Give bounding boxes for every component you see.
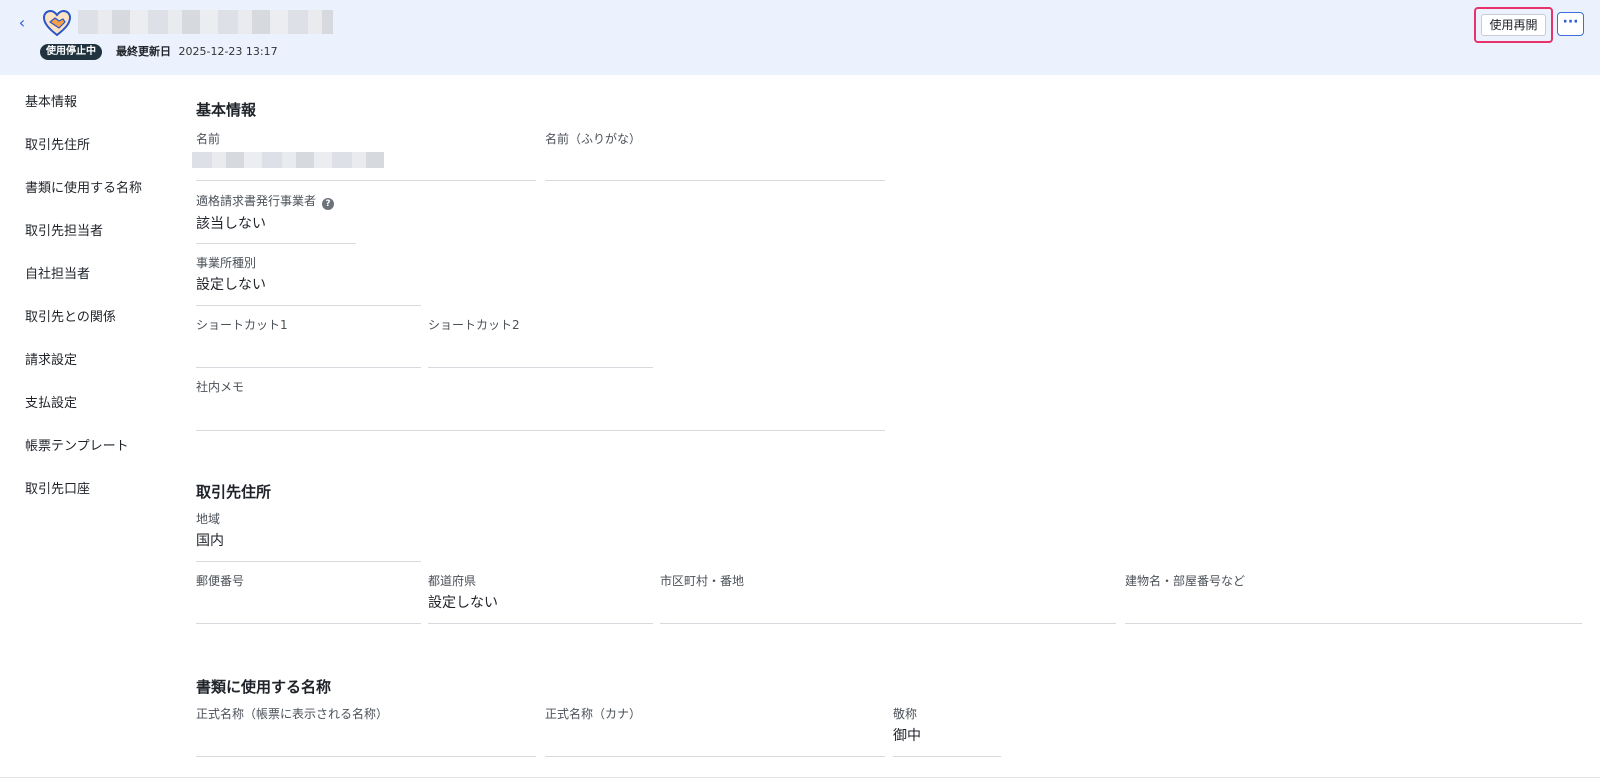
official-name-label: 正式名称（帳票に表示される名称） bbox=[196, 707, 389, 721]
nav-item-partner-contacts[interactable]: 取引先担当者 bbox=[25, 220, 103, 239]
city-label: 市区町村・番地 bbox=[660, 574, 745, 588]
nav-item-document-names[interactable]: 書類に使用する名称 bbox=[25, 177, 142, 196]
name-kana-field[interactable]: 名前（ふりがな） bbox=[545, 131, 885, 181]
nav-item-basic-info[interactable]: 基本情報 bbox=[25, 91, 77, 110]
building-field[interactable]: 建物名・部屋番号など bbox=[1125, 573, 1582, 624]
help-icon[interactable]: ? bbox=[322, 198, 335, 210]
office-type-field[interactable]: 事業所種別 設定しない bbox=[196, 255, 421, 306]
office-type-value: 設定しない bbox=[196, 277, 266, 293]
postal-code-field[interactable]: 郵便番号 bbox=[196, 573, 421, 624]
honorific-label: 敬称 bbox=[893, 707, 918, 721]
resume-button-highlight: 使用再開 bbox=[1474, 7, 1553, 43]
honorific-value: 御中 bbox=[893, 728, 921, 744]
nav-item-company-contacts[interactable]: 自社担当者 bbox=[25, 263, 90, 282]
page-header: ‹ 使用停止中 最終更新日 2025-12-23 13:17 使用再開 ··· bbox=[0, 0, 1600, 75]
building-label: 建物名・部屋番号など bbox=[1125, 574, 1246, 588]
qualified-invoice-value: 該当しない bbox=[196, 216, 266, 232]
last-updated: 最終更新日 2025-12-23 13:17 bbox=[116, 44, 278, 60]
nav-item-bank-accounts[interactable]: 取引先口座 bbox=[25, 478, 90, 497]
prefecture-value: 設定しない bbox=[428, 595, 498, 611]
shortcut2-field[interactable]: ショートカット2 bbox=[428, 317, 653, 368]
nav-item-billing-settings[interactable]: 請求設定 bbox=[25, 349, 77, 368]
prefecture-label: 都道府県 bbox=[428, 574, 477, 588]
section-title-document-names: 書類に使用する名称 bbox=[196, 678, 332, 696]
more-icon: ··· bbox=[1562, 14, 1579, 30]
shortcut1-field[interactable]: ショートカット1 bbox=[196, 317, 421, 368]
name-kana-label: 名前（ふりがな） bbox=[545, 132, 642, 146]
office-type-label: 事業所種別 bbox=[196, 256, 257, 270]
city-field[interactable]: 市区町村・番地 bbox=[660, 573, 1116, 624]
name-label: 名前 bbox=[196, 132, 221, 146]
handshake-heart-icon bbox=[42, 9, 72, 37]
qualified-invoice-label: 適格請求書発行事業者 bbox=[196, 194, 317, 208]
section-title-basic-info: 基本情報 bbox=[196, 101, 257, 119]
region-value: 国内 bbox=[196, 533, 224, 549]
chevron-left-icon: ‹ bbox=[18, 13, 26, 32]
postal-code-label: 郵便番号 bbox=[196, 574, 245, 588]
official-name-field[interactable]: 正式名称（帳票に表示される名称） bbox=[196, 706, 536, 757]
last-updated-label: 最終更新日 bbox=[116, 45, 171, 58]
official-name-kana-field[interactable]: 正式名称（カナ） bbox=[545, 706, 885, 757]
nav-item-relationship[interactable]: 取引先との関係 bbox=[25, 306, 116, 325]
shortcut2-label: ショートカット2 bbox=[428, 318, 520, 332]
partner-name-redacted bbox=[78, 10, 333, 34]
nav-item-address[interactable]: 取引先住所 bbox=[25, 134, 90, 153]
nav-item-payment-settings[interactable]: 支払設定 bbox=[25, 392, 77, 411]
memo-field[interactable]: 社内メモ bbox=[196, 379, 885, 431]
page-bottom-border bbox=[0, 777, 1600, 778]
back-button[interactable]: ‹ bbox=[14, 14, 30, 32]
last-updated-value: 2025-12-23 13:17 bbox=[178, 45, 278, 58]
status-badge: 使用停止中 bbox=[40, 44, 102, 60]
name-value-redacted bbox=[192, 152, 384, 168]
region-label: 地域 bbox=[196, 512, 221, 526]
official-name-kana-label: 正式名称（カナ） bbox=[545, 707, 642, 721]
memo-label: 社内メモ bbox=[196, 380, 245, 394]
honorific-field[interactable]: 敬称 御中 bbox=[893, 706, 1001, 757]
section-title-address: 取引先住所 bbox=[196, 483, 272, 501]
resume-button[interactable]: 使用再開 bbox=[1481, 14, 1546, 36]
shortcut1-label: ショートカット1 bbox=[196, 318, 288, 332]
name-field[interactable]: 名前 bbox=[192, 131, 536, 181]
nav-item-templates[interactable]: 帳票テンプレート bbox=[25, 435, 129, 454]
region-field[interactable]: 地域 国内 bbox=[196, 511, 421, 562]
more-options-button[interactable]: ··· bbox=[1557, 12, 1584, 36]
qualified-invoice-field[interactable]: 適格請求書発行事業者? 該当しない bbox=[196, 193, 356, 244]
prefecture-field[interactable]: 都道府県 設定しない bbox=[428, 573, 653, 624]
